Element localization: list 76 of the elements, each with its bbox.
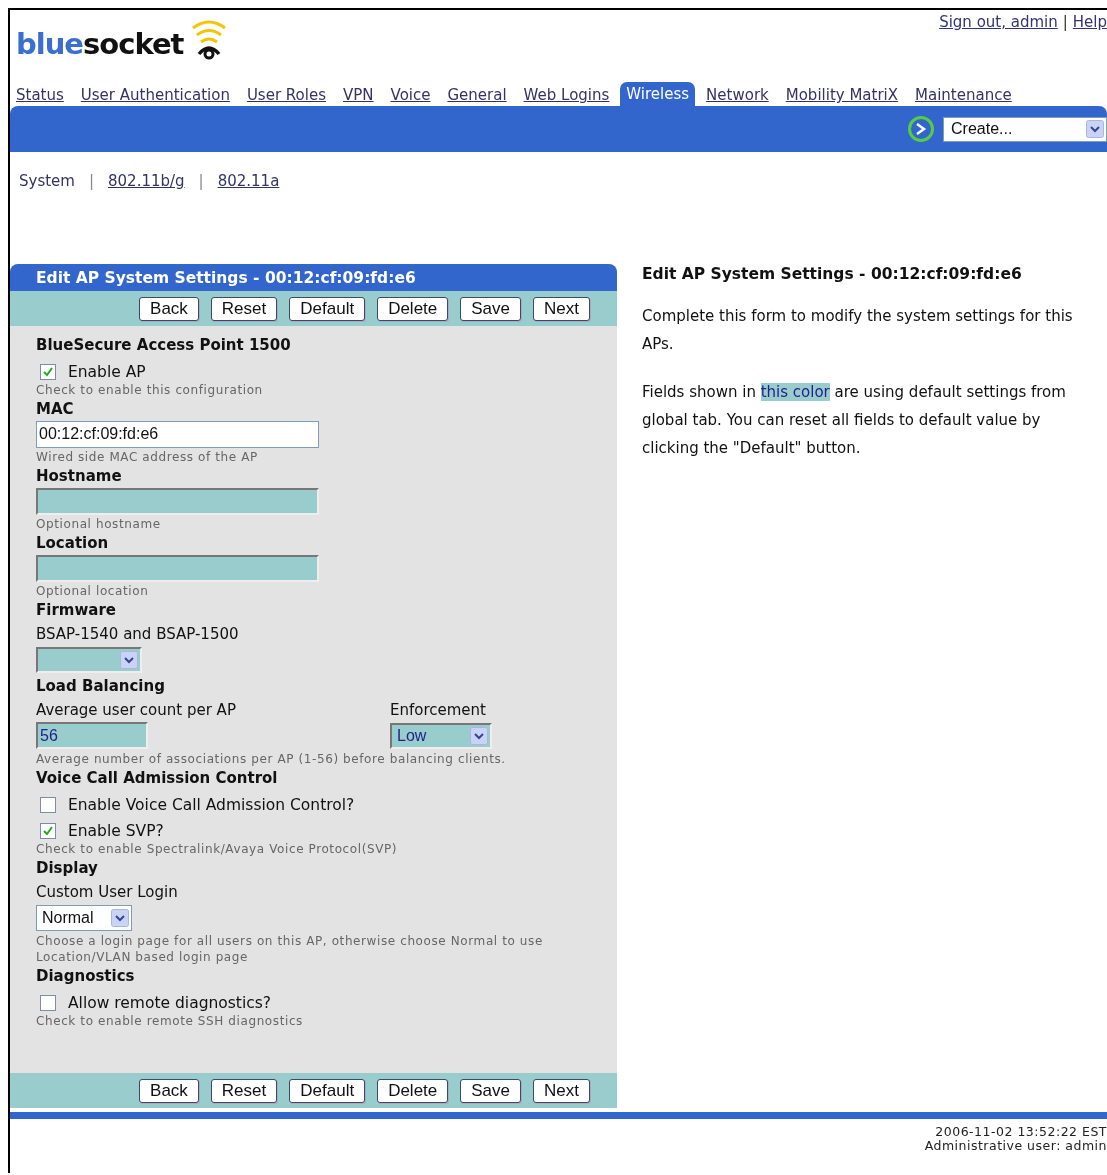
section-heading: MAC (36, 399, 74, 420)
help-text: Complete this form to modify the system settings for this APs. (642, 306, 1074, 355)
dropdown[interactable]: Low (390, 723, 492, 749)
section-heading: Location (36, 533, 109, 554)
section-heading: Hostname (36, 466, 122, 487)
separator: | (88, 172, 94, 190)
field-hint: Choose a login page for all users on this AP, otherwise choose Normal to use Location/VLAN based login page (36, 933, 544, 965)
field-hint: Wired side MAC address of the AP (36, 449, 258, 465)
form-button[interactable]: Default (289, 1079, 366, 1103)
field-hint: Optional hostname (36, 516, 161, 532)
field-hint: Check to enable remote SSH diagnostics (36, 1013, 303, 1029)
user-info: Administrative user: admin (923, 1139, 1107, 1153)
form-button[interactable]: Save (460, 1079, 522, 1103)
dropdown[interactable]: Normal (36, 905, 132, 931)
section-heading: Display (36, 858, 98, 879)
timestamp: 2006-11-02 13:52:22 EST (934, 1125, 1107, 1139)
help-text: Fields shown in this color are using default settings from global tab. You can reset all fields to default value by clicking the "Default" button. (642, 382, 1067, 459)
subnav-link[interactable]: System (19, 172, 75, 190)
text-field[interactable] (36, 488, 319, 515)
top-link[interactable]: Help (1072, 13, 1107, 31)
checkbox[interactable] (40, 823, 56, 839)
panel-title: Edit AP System Settings - 00:12:cf:09:fd:e6 (10, 264, 617, 291)
separator: | (198, 172, 204, 190)
checkbox[interactable] (40, 364, 56, 380)
text-field[interactable]: 00:12:cf:09:fd:e6 (36, 421, 319, 448)
nav-tab[interactable]: Status (16, 84, 64, 106)
text-field[interactable]: 56 (36, 722, 148, 749)
nav-tab[interactable]: VPN (343, 84, 374, 106)
form-button[interactable]: Back (139, 1079, 199, 1103)
form-button[interactable]: Reset (210, 297, 278, 321)
field-label: Enforcement (390, 700, 487, 721)
checkbox[interactable] (40, 995, 56, 1011)
field-hint: Check to enable Spectralink/Avaya Voice Protocol(SVP) (36, 841, 398, 857)
checkbox-label: Allow remote diagnostics? (68, 993, 272, 1013)
form-button[interactable]: Default (289, 297, 366, 321)
checkbox-label: Enable AP (68, 362, 146, 382)
checkbox-label: Enable Voice Call Admission Control? (68, 795, 355, 815)
field-label: Custom User Login (36, 882, 178, 903)
separator: | (1062, 13, 1068, 31)
section-heading: Voice Call Admission Control (36, 768, 278, 789)
nav-tab[interactable]: Maintenance (915, 84, 1012, 106)
form-button[interactable]: Delete (377, 297, 449, 321)
nav-tab[interactable]: User Authentication (80, 84, 230, 106)
section-heading: Load Balancing (36, 676, 165, 697)
form-button[interactable]: Reset (210, 1079, 278, 1103)
checkbox-label: Enable SVP? (68, 821, 164, 841)
nav-tab[interactable]: Web Logins (523, 84, 610, 106)
field-hint: Optional location (36, 583, 149, 599)
nav-tab[interactable]: General (447, 84, 507, 106)
subnav-link[interactable]: 802.11b/g (108, 172, 185, 190)
field-hint: Check to enable this configuration (36, 382, 263, 398)
section-heading: Firmware (36, 600, 116, 621)
checkbox[interactable] (40, 797, 56, 813)
nav-tab[interactable]: User Roles (246, 84, 326, 106)
field-label: BSAP-1540 and BSAP-1500 (36, 624, 239, 645)
form-button[interactable]: Save (460, 297, 522, 321)
top-link[interactable]: Sign out, admin (939, 13, 1058, 31)
form-button[interactable]: Back (139, 297, 199, 321)
go-icon[interactable] (907, 115, 935, 143)
nav-tab[interactable]: Network (706, 84, 769, 106)
form-button[interactable]: Next (533, 297, 590, 321)
help-title: Edit AP System Settings - 00:12:cf:09:fd:e6 (642, 264, 1023, 284)
section-heading: BlueSecure Access Point 1500 (36, 335, 291, 356)
field-hint: Average number of associations per AP (1-56) before balancing clients. (36, 751, 506, 767)
nav-tab[interactable]: Mobility MatriX (785, 84, 899, 106)
text-field[interactable] (36, 555, 319, 582)
form-button[interactable]: Next (533, 1079, 590, 1103)
field-label: Average user count per AP (36, 700, 237, 721)
bluesocket-logo: bluesocket (10, 10, 230, 62)
section-heading: Diagnostics (36, 966, 135, 987)
form-button[interactable]: Delete (377, 1079, 449, 1103)
subnav-link[interactable]: 802.11a (217, 172, 280, 190)
nav-tab[interactable]: Wireless (620, 82, 696, 106)
dropdown[interactable] (36, 647, 142, 673)
create-dropdown[interactable]: Create... (943, 116, 1107, 142)
nav-tab[interactable]: Voice (390, 84, 431, 106)
